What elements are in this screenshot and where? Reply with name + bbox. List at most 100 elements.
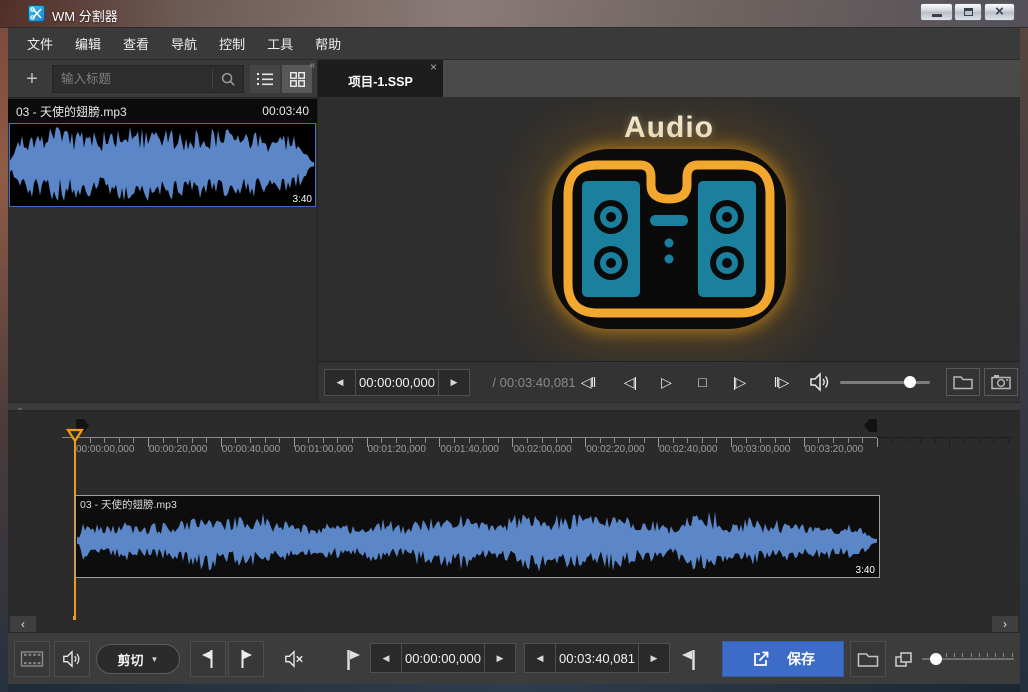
media-item-title: 03 - 天使的翅膀.mp3 bbox=[16, 103, 262, 120]
zoom-slider-thumb[interactable] bbox=[930, 653, 942, 665]
set-end-marker-button[interactable] bbox=[228, 641, 264, 677]
timeline-panel: 00:00:00,00000:00:20,00000:00:40,00000:0… bbox=[8, 411, 1020, 632]
library-toolbar: + bbox=[8, 60, 317, 98]
save-button[interactable]: 保存 bbox=[722, 641, 844, 677]
position-decrement-button[interactable]: ◀ bbox=[325, 370, 355, 395]
timeline-zoom-slider[interactable] bbox=[922, 658, 1014, 660]
menu-item-4[interactable]: 控制 bbox=[208, 28, 256, 59]
volume-slider[interactable] bbox=[840, 381, 930, 384]
collapse-panel-button[interactable]: « bbox=[309, 60, 315, 71]
output-folder-button[interactable] bbox=[850, 641, 886, 677]
search-box bbox=[52, 65, 244, 93]
stop-button[interactable]: □ bbox=[687, 368, 717, 396]
fragment-end-time[interactable]: 00:03:40,081 bbox=[556, 644, 638, 672]
splitter-grip-icon: ⌄ bbox=[16, 403, 24, 411]
window-title: WM 分割器 bbox=[52, 6, 118, 25]
chevron-down-icon: ▼ bbox=[151, 655, 159, 664]
audio-logo bbox=[552, 149, 786, 329]
position-stepper: ◀ 00:00:00,000 ▶ bbox=[324, 369, 470, 396]
speaker-icon bbox=[60, 649, 84, 669]
tab-title: 项目-1.SSP bbox=[318, 71, 443, 90]
folder-icon bbox=[856, 650, 880, 669]
grid-view-button[interactable] bbox=[282, 65, 312, 93]
search-input[interactable] bbox=[53, 72, 212, 86]
search-button[interactable] bbox=[213, 66, 243, 92]
minimize-icon bbox=[932, 14, 942, 17]
zoom-tick bbox=[954, 653, 955, 657]
ruler-label: 00:03:20,000 bbox=[805, 444, 863, 455]
minimize-button[interactable] bbox=[920, 3, 953, 21]
list-view-button[interactable] bbox=[250, 65, 280, 93]
maximize-button[interactable] bbox=[954, 3, 982, 21]
end-marker-flag-icon[interactable] bbox=[864, 419, 877, 432]
export-icon bbox=[751, 649, 771, 669]
tab-strip: 项目-1.SSP × bbox=[318, 60, 1020, 97]
timeline-scroll-left-button[interactable]: ‹ bbox=[10, 616, 36, 632]
zoom-scale-icon bbox=[894, 650, 918, 670]
maximize-icon bbox=[964, 8, 973, 16]
menu-item-0[interactable]: 文件 bbox=[16, 28, 64, 59]
timeline-scroll-right-button[interactable]: › bbox=[992, 616, 1018, 632]
volume-slider-thumb[interactable] bbox=[904, 376, 916, 388]
clip-waveform bbox=[77, 508, 878, 574]
menu-item-1[interactable]: 编辑 bbox=[64, 28, 112, 59]
open-folder-button[interactable] bbox=[946, 368, 980, 396]
fragment-end-flag-icon bbox=[680, 649, 696, 671]
media-list-item[interactable]: 03 - 天使的翅膀.mp3 00:03:40 bbox=[8, 99, 317, 123]
ruler-label: 00:03:00,000 bbox=[732, 444, 790, 455]
step-back-button[interactable]: ◁| bbox=[615, 368, 645, 396]
menu-item-6[interactable]: 帮助 bbox=[304, 28, 352, 59]
thumbnail-duration: 3:40 bbox=[293, 194, 312, 205]
menu-item-5[interactable]: 工具 bbox=[256, 28, 304, 59]
menu-item-3[interactable]: 导航 bbox=[160, 28, 208, 59]
ruler-label: 00:01:40,000 bbox=[440, 444, 498, 455]
fragment-start-stepper: ◀ 00:00:00,000 ▶ bbox=[370, 643, 516, 673]
close-button[interactable]: × bbox=[984, 3, 1015, 21]
start-decrement-button[interactable]: ◀ bbox=[371, 644, 401, 672]
mute-fragment-button[interactable] bbox=[276, 641, 312, 677]
position-time[interactable]: 00:00:00,000 bbox=[356, 370, 438, 395]
start-increment-button[interactable]: ▶ bbox=[485, 644, 515, 672]
tab-close-icon[interactable]: × bbox=[430, 60, 437, 74]
end-decrement-button[interactable]: ◀ bbox=[525, 644, 555, 672]
scissors-app-icon bbox=[28, 5, 45, 22]
volume-button[interactable] bbox=[808, 371, 832, 398]
fragment-start-time[interactable]: 00:00:00,000 bbox=[402, 644, 484, 672]
zoom-tick bbox=[979, 653, 980, 657]
save-label: 保存 bbox=[787, 649, 815, 669]
mode-dropdown[interactable]: 剪切 ▼ bbox=[96, 644, 180, 674]
mode-label: 剪切 bbox=[118, 650, 144, 669]
media-item-thumbnail[interactable]: 3:40 bbox=[9, 123, 316, 207]
tab-project-1[interactable]: 项目-1.SSP × bbox=[318, 60, 443, 97]
camera-icon bbox=[990, 373, 1012, 391]
pane-splitter[interactable]: ⌄ bbox=[8, 402, 1020, 411]
flag-left-icon bbox=[198, 648, 218, 670]
preview-area: Audio bbox=[318, 97, 1020, 361]
close-icon: × bbox=[995, 5, 1004, 19]
speaker-muted-icon bbox=[282, 649, 306, 669]
timeline-clip[interactable]: 03 - 天使的翅膀.mp3 3:40 bbox=[75, 495, 880, 578]
play-button[interactable]: ▷ bbox=[651, 368, 681, 396]
end-increment-button[interactable]: ▶ bbox=[639, 644, 669, 672]
fragment-end-stepper: ◀ 00:03:40,081 ▶ bbox=[524, 643, 670, 673]
window-border-bottom bbox=[8, 684, 1020, 692]
video-track-button[interactable] bbox=[14, 641, 50, 677]
set-begin-marker-button[interactable] bbox=[190, 641, 226, 677]
position-increment-button[interactable]: ▶ bbox=[439, 370, 469, 395]
audio-track-button[interactable] bbox=[54, 641, 90, 677]
step-forward-button[interactable]: |▷ bbox=[724, 368, 754, 396]
ruler-label: 00:02:00,000 bbox=[513, 444, 571, 455]
audio-caption: Audio bbox=[318, 111, 1020, 145]
filmstrip-icon bbox=[20, 650, 44, 668]
skip-to-begin-button[interactable]: ◁‖ bbox=[573, 368, 603, 396]
window-border-left bbox=[0, 28, 8, 692]
snapshot-button[interactable] bbox=[984, 368, 1018, 396]
menu-item-2[interactable]: 查看 bbox=[112, 28, 160, 59]
title-bar[interactable]: WM 分割器 × bbox=[0, 0, 1028, 28]
bottom-toolbar: 剪切 ▼ ◀ bbox=[8, 632, 1020, 684]
media-item-duration: 00:03:40 bbox=[262, 104, 309, 118]
window-border-right bbox=[1020, 28, 1028, 692]
zoom-tick bbox=[971, 653, 972, 657]
skip-to-end-button[interactable]: ‖▷ bbox=[766, 368, 796, 396]
add-media-button[interactable]: + bbox=[18, 65, 46, 93]
